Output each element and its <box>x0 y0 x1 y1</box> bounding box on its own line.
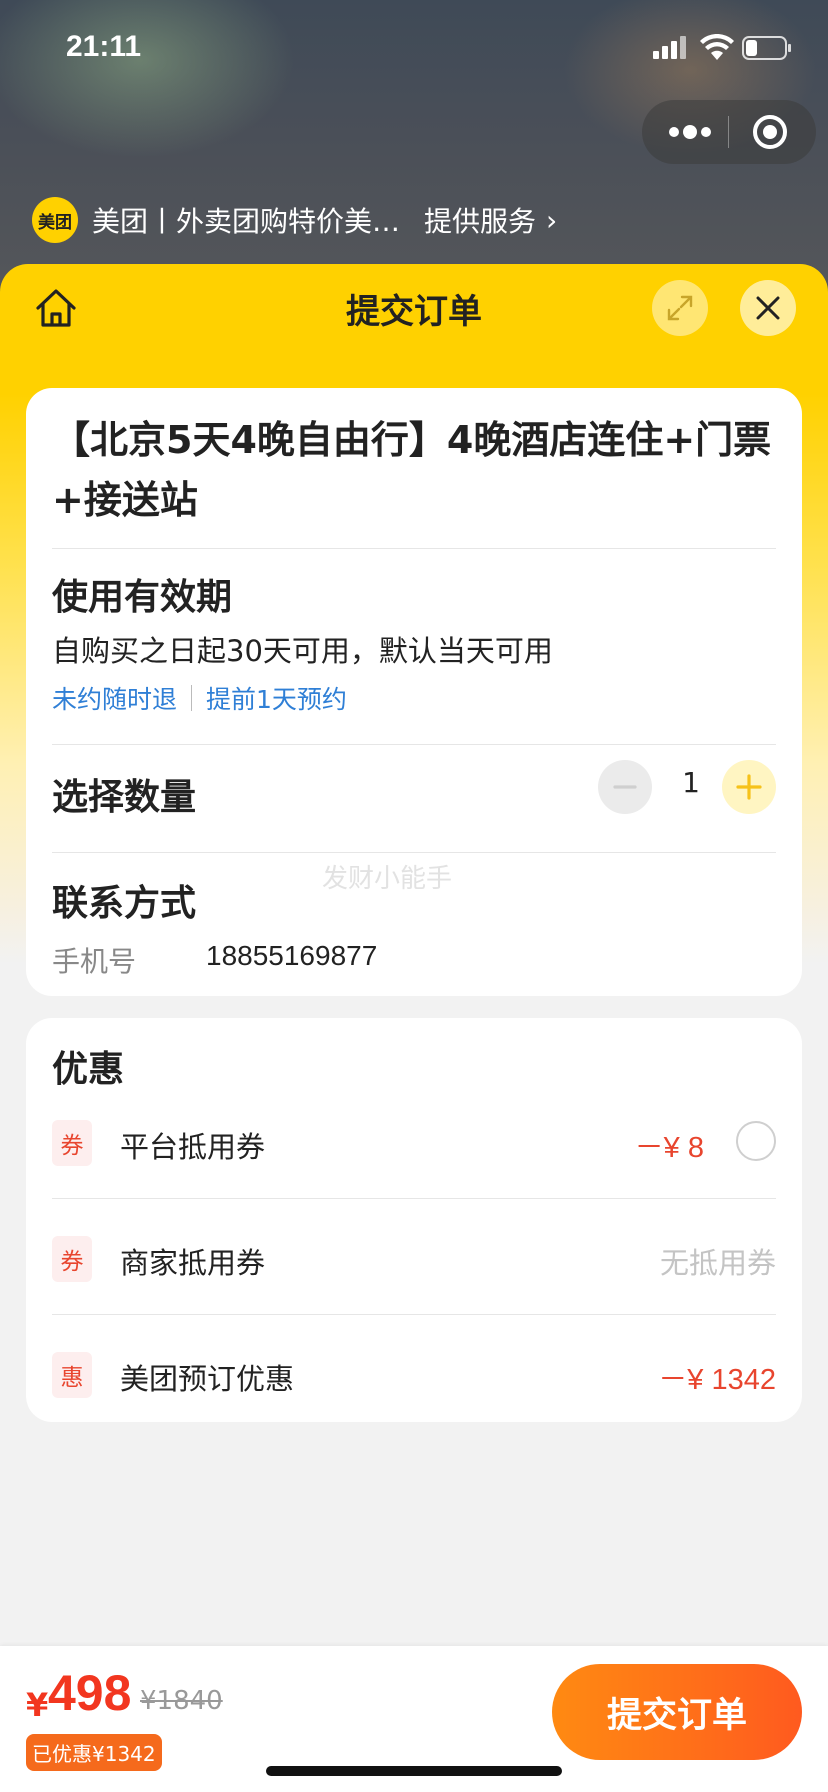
plus-icon <box>736 774 762 800</box>
offer-badge: 惠 <box>52 1352 92 1398</box>
battery-icon <box>742 36 791 60</box>
expand-icon <box>667 295 693 321</box>
coupon-badge: 券 <box>52 1236 92 1282</box>
watermark: 发财小能手 <box>322 864 453 894</box>
tag-separator <box>191 685 193 711</box>
quantity-increase-button[interactable] <box>722 760 776 814</box>
validity-heading: 使用有效期 <box>52 577 233 618</box>
product-title: 【北京5天4晚自由行】4晚酒店连住+门票+接送站 <box>52 418 772 522</box>
provider-service-label: 提供服务 <box>424 205 537 238</box>
close-miniprogram-icon[interactable] <box>751 113 789 151</box>
divider <box>52 852 776 853</box>
miniprogram-capsule <box>642 100 816 164</box>
status-time: 21:11 <box>66 30 142 63</box>
home-indicator <box>266 1766 562 1776</box>
total-price: 498 <box>48 1665 132 1721</box>
quantity-decrease-button[interactable] <box>598 760 652 814</box>
service-provider-bar[interactable]: 美团 美团丨外卖团购特价美… 提供服务 › <box>32 195 732 245</box>
discount-row-merchant-coupon[interactable]: 券 商家抵用券 无抵用券 <box>52 1230 776 1290</box>
submit-order-button[interactable]: 提交订单 <box>552 1664 802 1760</box>
divider <box>52 1198 776 1199</box>
policy-tag-refund: 未约随时退 <box>52 685 178 714</box>
sheet-header: 提交订单 <box>0 264 828 354</box>
discount-value: 无抵用券 <box>659 1246 776 1280</box>
discounts-heading: 优惠 <box>52 1049 125 1090</box>
quantity-value: 1 <box>682 766 700 799</box>
policy-tag-booking: 提前1天预约 <box>206 685 347 714</box>
discount-label: 美团预订优惠 <box>120 1362 295 1396</box>
discount-label: 平台抵用券 <box>120 1130 266 1164</box>
discount-value: －¥ 1342 <box>658 1364 776 1396</box>
phone-label: 手机号 <box>52 945 137 978</box>
provider-name: 美团丨外卖团购特价美… <box>92 205 401 238</box>
discounts-card: 优惠 券 平台抵用券 －¥ 8 券 商家抵用券 无抵用券 惠 美团预订优惠 －¥… <box>26 1018 802 1422</box>
validity-text: 自购买之日起30天可用，默认当天可用 <box>52 634 553 668</box>
coupon-radio[interactable] <box>736 1121 776 1161</box>
meituan-logo: 美团 <box>32 197 78 243</box>
capsule-divider <box>728 116 729 148</box>
divider <box>52 744 776 745</box>
more-options-icon[interactable] <box>664 118 716 146</box>
divider <box>52 548 776 549</box>
discount-label: 商家抵用券 <box>120 1246 266 1280</box>
close-icon <box>756 296 780 320</box>
order-sheet: 提交订单 【北京5天4晚自由行】4晚酒店连住+门票+接送站 使用有效期 自购买之… <box>0 264 828 1792</box>
wifi-icon <box>700 34 734 60</box>
saved-amount-badge: 已优惠¥1342 <box>26 1734 162 1771</box>
divider <box>52 1314 776 1315</box>
discount-value: －¥ 8 <box>634 1132 704 1164</box>
quantity-heading: 选择数量 <box>52 777 197 818</box>
discount-row-platform-coupon[interactable]: 券 平台抵用券 －¥ 8 <box>52 1114 776 1174</box>
close-button[interactable] <box>740 280 796 336</box>
expand-button[interactable] <box>652 280 708 336</box>
cellular-signal-icon <box>653 36 686 59</box>
discount-row-booking-offer: 惠 美团预订优惠 －¥ 1342 <box>52 1346 776 1406</box>
phone-field[interactable]: 18855169877 <box>206 940 377 972</box>
chevron-right-icon: › <box>546 203 558 237</box>
status-bar: 21:11 <box>0 0 828 100</box>
minus-icon <box>613 785 637 789</box>
policy-tags: 未约随时退 提前1天预约 <box>52 680 347 716</box>
order-info-card: 【北京5天4晚自由行】4晚酒店连住+门票+接送站 使用有效期 自购买之日起30天… <box>26 388 802 996</box>
coupon-badge: 券 <box>52 1120 92 1166</box>
currency-symbol: ¥ <box>26 1686 49 1724</box>
original-price: ¥1840 <box>140 1686 223 1716</box>
contact-heading: 联系方式 <box>52 883 197 924</box>
